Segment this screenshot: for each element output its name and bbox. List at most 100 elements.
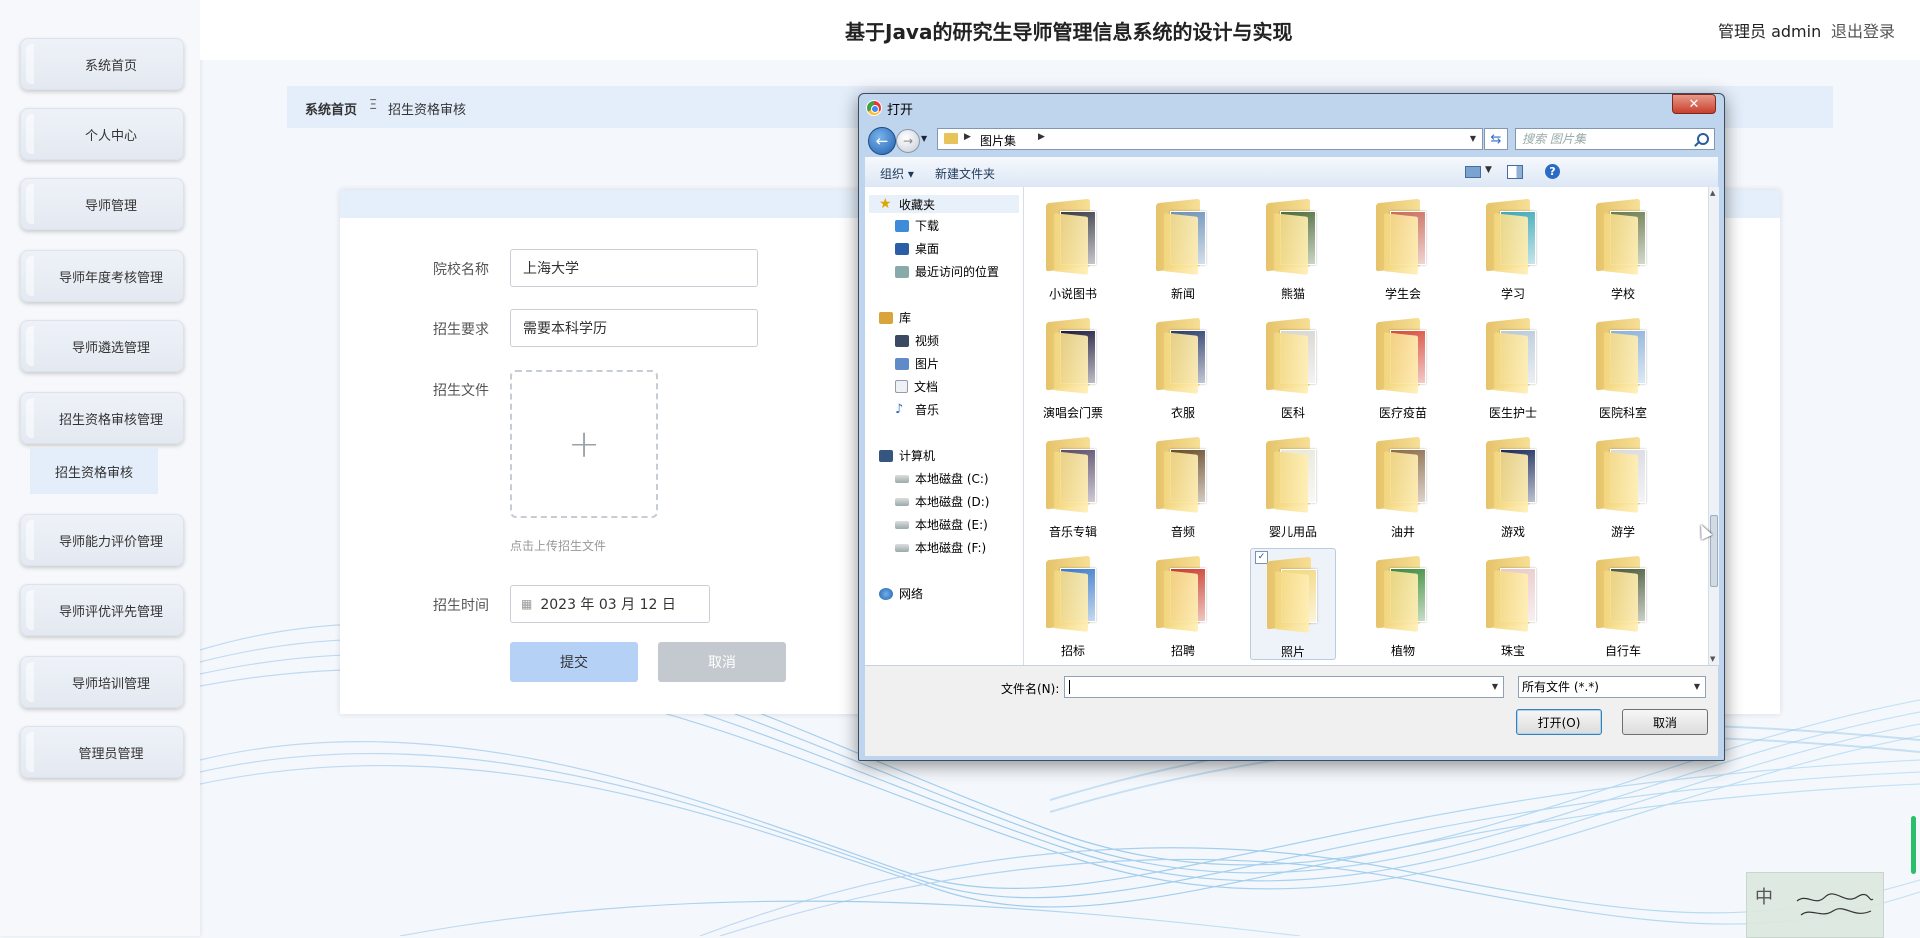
- forward-arrow-icon[interactable]: →: [896, 129, 920, 153]
- folder-tile[interactable]: 小说图书: [1030, 191, 1116, 303]
- chrome-icon: [866, 100, 882, 116]
- folder-tile[interactable]: 招标: [1030, 548, 1116, 660]
- nav-computer[interactable]: 计算机: [879, 447, 935, 464]
- folder-tile[interactable]: 学习: [1470, 191, 1556, 303]
- history-dropdown-icon[interactable]: ▼: [921, 134, 927, 143]
- file-open-dialog: 打开 ✕ ← → ▼ ▶ 图片集 ▶ ▼ ⇆ 搜索 图片集 组织 ▾ 新建文件夹…: [858, 93, 1725, 761]
- scroll-down-icon[interactable]: ▼: [1710, 655, 1715, 663]
- sidebar-item-profile[interactable]: 个人中心: [20, 108, 184, 160]
- refresh-icon[interactable]: ⇆: [1484, 128, 1508, 150]
- nav-music[interactable]: ♪ 音乐: [895, 401, 939, 418]
- sidebar-item-ability-evaluation[interactable]: 导师能力评价管理: [20, 514, 184, 566]
- view-mode-icon[interactable]: [1465, 166, 1481, 178]
- requirement-input[interactable]: [510, 309, 758, 347]
- folder-icon: [1046, 317, 1102, 394]
- folder-tile[interactable]: 婴儿用品: [1250, 429, 1336, 541]
- breadcrumb-home[interactable]: 系统首页: [305, 99, 357, 118]
- nav-network[interactable]: 网络: [879, 585, 923, 602]
- nav-favorites[interactable]: ★ 收藏夹: [869, 195, 1019, 213]
- folder-icon: [1156, 198, 1212, 275]
- chevron-right-icon[interactable]: ▶: [1038, 132, 1045, 142]
- logout-link[interactable]: 退出登录: [1831, 18, 1895, 42]
- nav-recent[interactable]: 最近访问的位置: [895, 263, 999, 280]
- dialog-close-button[interactable]: ✕: [1672, 94, 1716, 114]
- nav-desktop[interactable]: 桌面: [895, 240, 939, 257]
- dialog-cancel-button[interactable]: 取消: [1622, 709, 1708, 735]
- folder-tile[interactable]: 新闻: [1140, 191, 1226, 303]
- nav-drive-e[interactable]: 本地磁盘 (E:): [895, 516, 988, 533]
- cancel-button[interactable]: 取消: [658, 642, 786, 682]
- search-input[interactable]: 搜索 图片集: [1515, 128, 1715, 150]
- folder-tile[interactable]: 医生护士: [1470, 310, 1556, 422]
- chevron-right-icon[interactable]: ▶: [964, 132, 971, 142]
- sidebar-item-tutor-management[interactable]: 导师管理: [20, 178, 184, 230]
- sidebar-item-admin-management[interactable]: 管理员管理: [20, 726, 184, 778]
- file-upload-box[interactable]: +: [510, 370, 658, 518]
- folder-label: 游学: [1610, 525, 1635, 539]
- folder-icon: [1156, 555, 1212, 632]
- folder-tile[interactable]: 油井: [1360, 429, 1446, 541]
- music-icon: ♪: [895, 401, 904, 417]
- address-bar[interactable]: ▶ 图片集 ▶ ▼: [937, 128, 1483, 150]
- folder-tile[interactable]: 游戏: [1470, 429, 1556, 541]
- drive-icon: [895, 497, 909, 506]
- nav-pictures[interactable]: 图片: [895, 355, 939, 372]
- nav-videos[interactable]: 视频: [895, 332, 939, 349]
- content-scrollbar[interactable]: ▲ ▼: [1708, 187, 1719, 665]
- scroll-thumb[interactable]: [1710, 515, 1718, 587]
- navigation-pane: ★ 收藏夹 下载 桌面 最近访问的位置 库 视频 图片 文档 ♪ 音乐 计算机 本地…: [865, 187, 1024, 665]
- nav-downloads[interactable]: 下载: [895, 217, 939, 234]
- scroll-up-icon[interactable]: ▲: [1710, 189, 1715, 197]
- sidebar-item-home[interactable]: 系统首页: [20, 38, 184, 90]
- open-button[interactable]: 打开(O): [1516, 709, 1602, 735]
- folder-tile[interactable]: 植物: [1360, 548, 1446, 660]
- folder-label: 医院科室: [1598, 406, 1647, 420]
- desktop-icon: [895, 242, 909, 255]
- filename-input[interactable]: ▼: [1064, 676, 1504, 698]
- chevron-down-icon[interactable]: ▼: [1694, 677, 1700, 697]
- filetype-select[interactable]: 所有文件 (*.*) ▼: [1518, 676, 1706, 698]
- organize-menu[interactable]: 组织 ▾: [880, 165, 914, 182]
- nav-documents[interactable]: 文档: [895, 378, 938, 395]
- nav-drive-c[interactable]: 本地磁盘 (C:): [895, 470, 989, 487]
- folder-tile[interactable]: 学生会: [1360, 191, 1446, 303]
- folder-tile[interactable]: 音频: [1140, 429, 1226, 541]
- back-arrow-icon[interactable]: ←: [868, 127, 896, 155]
- search-icon[interactable]: [1697, 133, 1709, 145]
- preview-pane-icon[interactable]: [1507, 165, 1523, 179]
- folder-tile[interactable]: 演唱会门票: [1030, 310, 1116, 422]
- chevron-down-icon[interactable]: ▼: [1470, 134, 1476, 143]
- submit-button[interactable]: 提交: [510, 642, 638, 682]
- nav-libraries[interactable]: 库: [879, 309, 911, 326]
- folder-tile[interactable]: 音乐专辑: [1030, 429, 1116, 541]
- folder-tile[interactable]: 衣服: [1140, 310, 1226, 422]
- help-icon[interactable]: ?: [1545, 164, 1560, 179]
- ime-widget[interactable]: 中: [1746, 872, 1884, 938]
- video-icon: [895, 334, 909, 347]
- nav-drive-f[interactable]: 本地磁盘 (F:): [895, 539, 986, 556]
- folder-tile[interactable]: 招聘: [1140, 548, 1226, 660]
- folder-tile[interactable]: 医疗疫苗: [1360, 310, 1446, 422]
- folder-tile[interactable]: 学校: [1580, 191, 1666, 303]
- folder-tile[interactable]: ✓ 照片: [1250, 548, 1336, 660]
- sidebar-item-enrollment-qualification[interactable]: 招生资格审核管理: [20, 392, 184, 444]
- folder-tile[interactable]: 医院科室: [1580, 310, 1666, 422]
- sidebar-subitem-enrollment-review[interactable]: 招生资格审核: [30, 448, 158, 494]
- chevron-down-icon[interactable]: ▼: [1485, 165, 1492, 175]
- nav-drive-d[interactable]: 本地磁盘 (D:): [895, 493, 989, 510]
- date-picker[interactable]: ▦ 2023 年 03 月 12 日: [510, 585, 710, 623]
- chevron-down-icon[interactable]: ▼: [1492, 682, 1498, 691]
- sidebar-item-annual-assessment[interactable]: 导师年度考核管理: [20, 250, 184, 302]
- school-input[interactable]: [510, 249, 758, 287]
- sidebar-item-tutor-selection[interactable]: 导师遴选管理: [20, 320, 184, 372]
- new-folder-button[interactable]: 新建文件夹: [935, 165, 995, 182]
- sidebar-item-training[interactable]: 导师培训管理: [20, 656, 184, 708]
- folder-tile[interactable]: 珠宝: [1470, 548, 1556, 660]
- folder-tile[interactable]: 医科: [1250, 310, 1336, 422]
- dialog-title: 打开: [887, 103, 914, 118]
- folder-tile[interactable]: 游学: [1580, 429, 1666, 541]
- sidebar-item-excellence-awards[interactable]: 导师评优评先管理: [20, 584, 184, 636]
- folder-tile[interactable]: 熊猫: [1250, 191, 1336, 303]
- address-path[interactable]: 图片集: [980, 132, 1016, 149]
- folder-tile[interactable]: 自行车: [1580, 548, 1666, 660]
